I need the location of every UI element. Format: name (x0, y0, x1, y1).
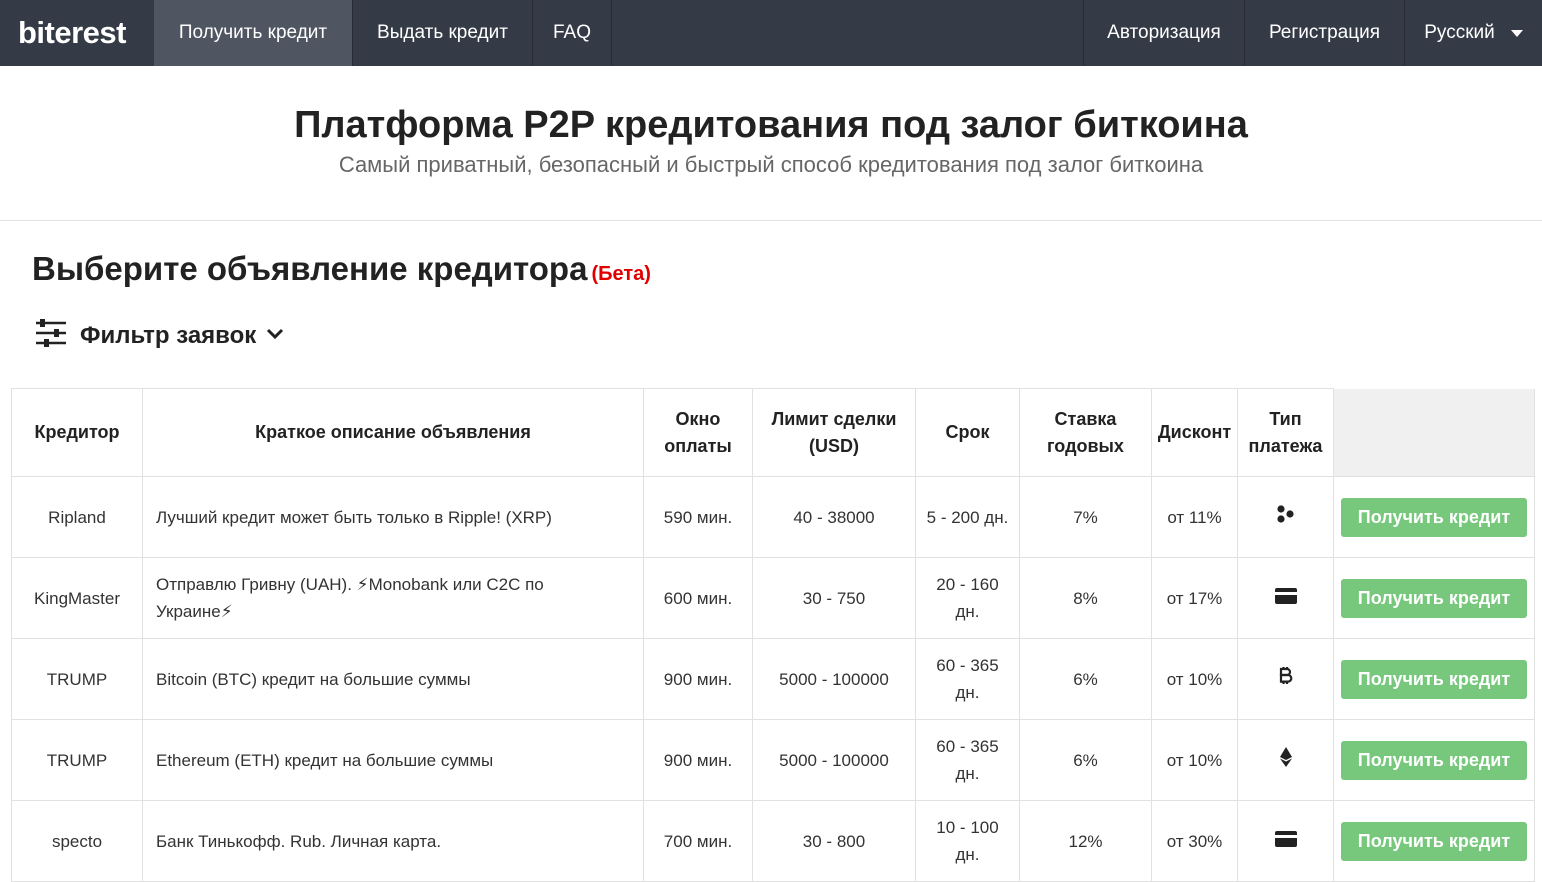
nav-give-credit[interactable]: Выдать кредит (353, 0, 533, 66)
cell-discount: от 10% (1151, 719, 1238, 801)
cell-deal-limit: 5000 - 100000 (752, 638, 916, 720)
header-deal-limit: Лимит сделки (USD) (752, 388, 916, 477)
page-title: Платформа P2P кредитования под залог бит… (294, 104, 1248, 146)
cell-action: Получить кредит (1333, 638, 1535, 720)
cell-lender: Ripland (11, 476, 143, 558)
cell-term: 60 - 365 дн. (915, 638, 1020, 720)
bitcoin-icon (1274, 664, 1298, 688)
cell-deal-limit: 30 - 800 (752, 800, 916, 882)
cell-lender: specto (11, 800, 143, 882)
card-icon (1274, 584, 1298, 608)
header-term: Срок (915, 388, 1020, 477)
cell-annual-rate: 7% (1019, 476, 1152, 558)
nav-register[interactable]: Регистрация (1244, 0, 1404, 66)
table-header-row: Кредитор Краткое описание объявления Окн… (11, 388, 1535, 477)
cell-term: 60 - 365 дн. (915, 719, 1020, 801)
ethereum-icon (1274, 745, 1298, 769)
cell-action: Получить кредит (1333, 476, 1535, 558)
beta-badge: (Бета) (591, 263, 651, 285)
cell-payment-window: 900 мин. (643, 719, 753, 801)
cell-lender: TRUMP (11, 719, 143, 801)
cell-payment-type (1237, 719, 1334, 801)
get-credit-button[interactable]: Получить кредит (1341, 578, 1527, 618)
page-subtitle: Самый приватный, безопасный и быстрый сп… (338, 152, 1204, 177)
header-payment-window: Окно оплаты (643, 388, 753, 477)
nav-get-credit[interactable]: Получить кредит (154, 0, 353, 66)
cell-term: 20 - 160 дн. (915, 557, 1020, 639)
table-row: TRUMP Ethereum (ETH) кредит на большие с… (11, 719, 1535, 801)
cell-payment-type (1237, 638, 1334, 720)
cell-lender: TRUMP (11, 638, 143, 720)
cell-term: 5 - 200 дн. (915, 476, 1020, 558)
cell-discount: от 30% (1151, 800, 1238, 882)
cell-discount: от 17% (1151, 557, 1238, 639)
section-title-text: Выберите объявление кредитора (32, 250, 588, 287)
table-row: specto Банк Тинькофф. Rub. Личная карта.… (11, 800, 1535, 882)
cell-payment-window: 900 мин. (643, 638, 753, 720)
header-discount: Дисконт (1151, 388, 1238, 477)
get-credit-button[interactable]: Получить кредит (1341, 821, 1527, 861)
chevron-down-icon (266, 327, 284, 345)
get-credit-button[interactable]: Получить кредит (1341, 740, 1527, 780)
header-annual-rate: Ставка годовых (1019, 388, 1152, 477)
cell-description: Банк Тинькофф. Rub. Личная карта. (142, 800, 644, 882)
nav-faq[interactable]: FAQ (533, 0, 612, 66)
language-label: Русский (1424, 22, 1495, 43)
filter-toggle[interactable]: Фильтр заявок (34, 318, 284, 353)
cell-payment-type (1237, 476, 1334, 558)
caret-down-icon (1510, 29, 1523, 37)
cell-discount: от 10% (1151, 638, 1238, 720)
cell-payment-window: 600 мин. (643, 557, 753, 639)
table-row: TRUMP Bitcoin (BTC) кредит на большие су… (11, 638, 1535, 720)
header-lender: Кредитор (11, 388, 143, 477)
cell-action: Получить кредит (1333, 800, 1535, 882)
card-icon (1274, 827, 1298, 851)
cell-deal-limit: 5000 - 100000 (752, 719, 916, 801)
cell-payment-type (1237, 557, 1334, 639)
cell-payment-window: 590 мин. (643, 476, 753, 558)
cell-action: Получить кредит (1333, 719, 1535, 801)
header-payment-type: Тип платежа (1237, 388, 1334, 477)
cell-deal-limit: 40 - 38000 (752, 476, 916, 558)
cell-annual-rate: 8% (1019, 557, 1152, 639)
section-title: Выберите объявление кредитора (Бета) (32, 250, 651, 288)
cell-lender: KingMaster (11, 557, 143, 639)
table-row: Ripland Лучший кредит может быть только … (11, 476, 1535, 558)
header-action (1333, 388, 1535, 477)
cell-action: Получить кредит (1333, 557, 1535, 639)
cell-description: Bitcoin (BTC) кредит на большие суммы (142, 638, 644, 720)
cell-payment-type (1237, 800, 1334, 882)
table-row: KingMaster Отправлю Гривну (UAH). ⚡Monob… (11, 557, 1535, 639)
header-description: Краткое описание объявления (142, 388, 644, 477)
filter-label: Фильтр заявок (80, 321, 257, 349)
sliders-icon (34, 318, 68, 353)
cell-annual-rate: 6% (1019, 719, 1152, 801)
cell-term: 10 - 100 дн. (915, 800, 1020, 882)
cell-description: Ethereum (ETH) кредит на большие суммы (142, 719, 644, 801)
top-navbar: biterest Получить кредит Выдать кредит F… (0, 0, 1542, 66)
get-credit-button[interactable]: Получить кредит (1341, 497, 1527, 537)
get-credit-button[interactable]: Получить кредит (1341, 659, 1527, 699)
hero-banner: Платформа P2P кредитования под залог бит… (0, 66, 1542, 221)
nav-login[interactable]: Авторизация (1083, 0, 1244, 66)
cell-annual-rate: 12% (1019, 800, 1152, 882)
cell-payment-window: 700 мин. (643, 800, 753, 882)
cell-description: Лучший кредит может быть только в Ripple… (142, 476, 644, 558)
xrp-icon (1274, 502, 1298, 526)
offers-table: Кредитор Краткое описание объявления Окн… (11, 388, 1535, 882)
cell-deal-limit: 30 - 750 (752, 557, 916, 639)
cell-discount: от 11% (1151, 476, 1238, 558)
cell-description: Отправлю Гривну (UAH). ⚡Monobank или C2C… (142, 557, 644, 639)
brand-logo[interactable]: biterest (0, 0, 154, 66)
cell-annual-rate: 6% (1019, 638, 1152, 720)
language-dropdown[interactable]: Русский (1404, 0, 1542, 66)
